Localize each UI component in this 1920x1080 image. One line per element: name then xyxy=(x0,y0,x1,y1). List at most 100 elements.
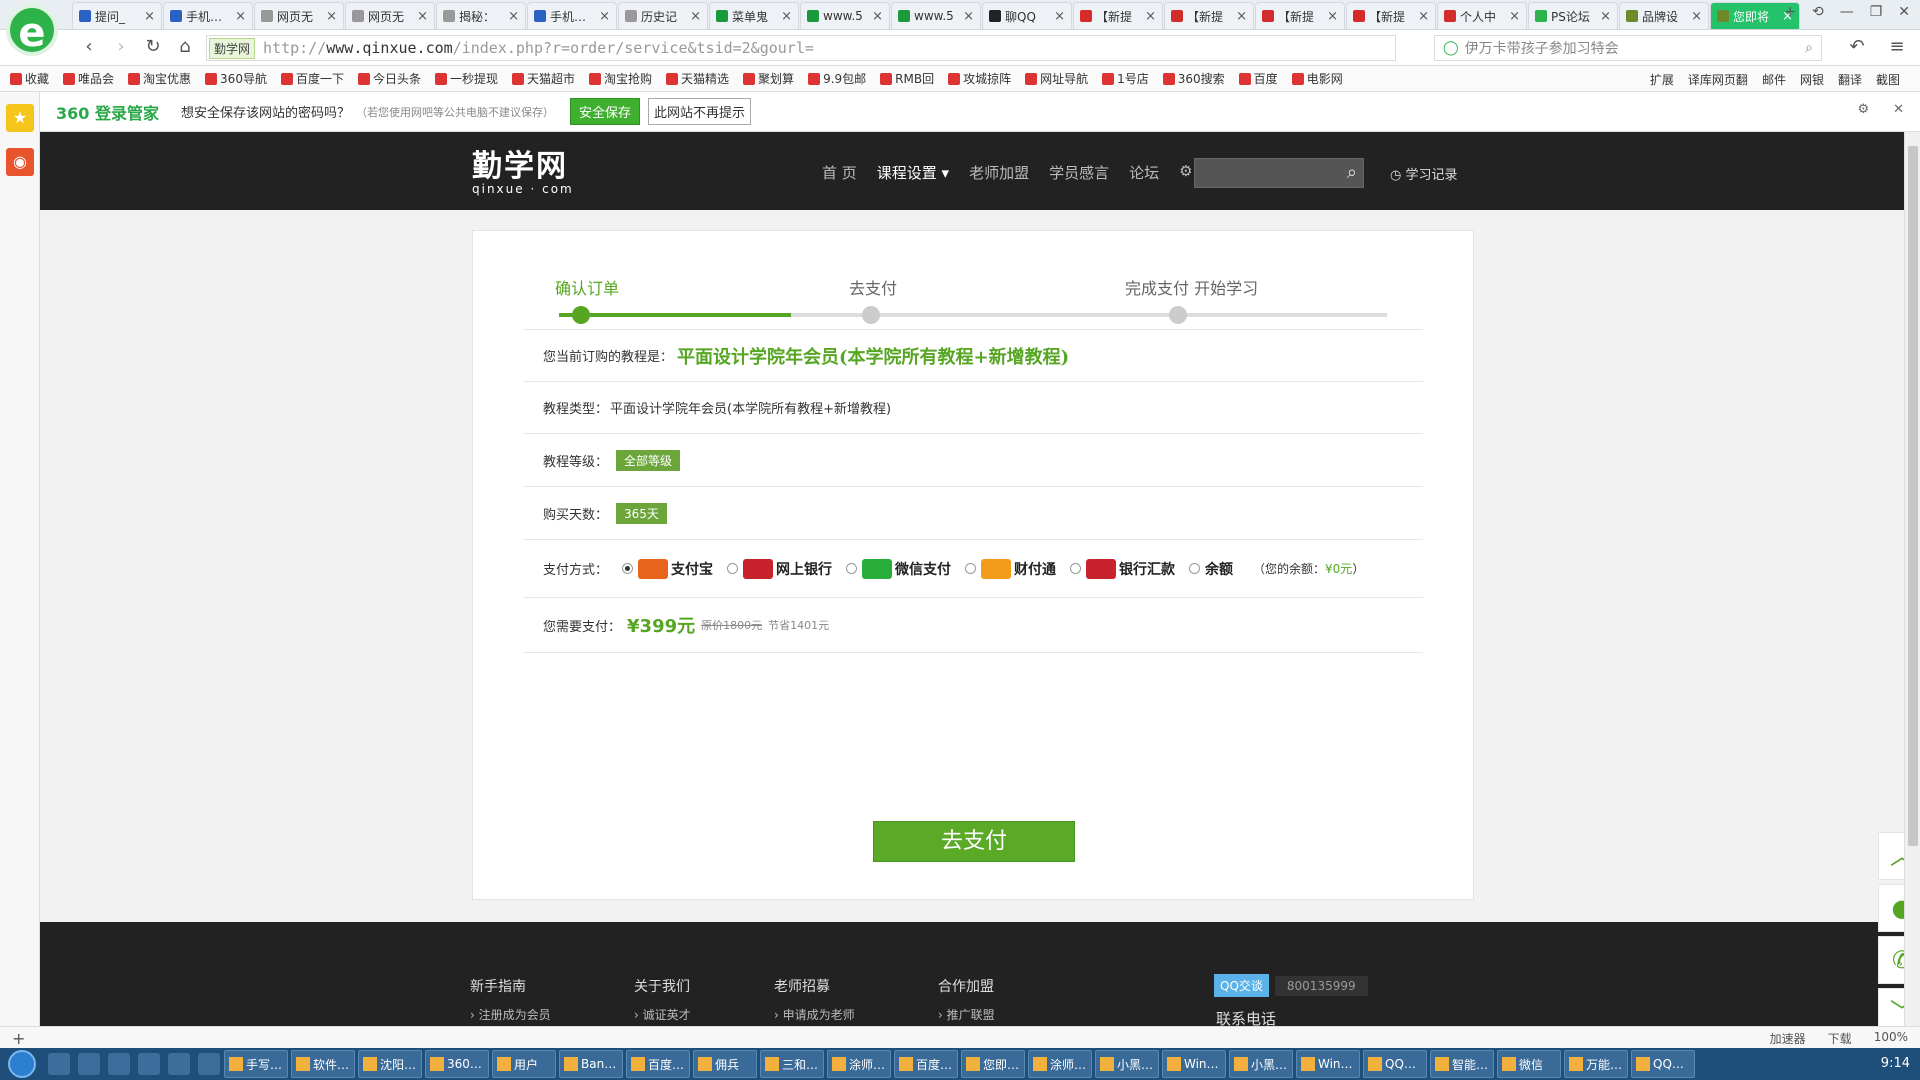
tab-close-icon[interactable]: × xyxy=(1145,9,1156,24)
tab-close-icon[interactable]: × xyxy=(599,9,610,24)
browser-logo[interactable]: e xyxy=(6,4,58,56)
bookmark-item[interactable]: 收藏 xyxy=(10,70,49,87)
tab-close-icon[interactable]: × xyxy=(1236,9,1247,24)
payment-option[interactable]: 财付通 xyxy=(965,558,1056,579)
toolbar-extension[interactable]: 截图 xyxy=(1876,71,1900,88)
notice-close-icon[interactable]: ✕ xyxy=(1893,102,1904,117)
search-icon[interactable]: ⌕ xyxy=(1805,40,1813,56)
url-input[interactable]: 勤学网 http://www.qinxue.com/index.php?r=or… xyxy=(206,35,1396,61)
taskbar-item[interactable]: 软件… xyxy=(291,1050,355,1078)
favorites-star-icon[interactable]: ★ xyxy=(6,104,34,132)
settings-gear-icon[interactable]: ⚙ xyxy=(1857,102,1869,117)
minimize-icon[interactable]: — xyxy=(1840,4,1854,20)
new-tab-icon[interactable]: + xyxy=(1784,4,1796,20)
browser-tab[interactable]: 网页无 × xyxy=(345,2,435,29)
tab-close-icon[interactable]: × xyxy=(417,9,428,24)
bookmark-item[interactable]: 聚划算 xyxy=(743,70,794,87)
taskbar-item[interactable]: 用户 xyxy=(492,1050,556,1078)
toolbar-extension[interactable]: 扩展 xyxy=(1650,71,1674,88)
taskbar-item[interactable]: 佣兵 xyxy=(693,1050,757,1078)
browser-tab[interactable]: 【新提 × xyxy=(1164,2,1254,29)
payment-radio[interactable] xyxy=(965,563,977,574)
toolbar-extension[interactable]: 网银 xyxy=(1800,71,1824,88)
phone-icon[interactable]: ✆ xyxy=(1878,936,1904,984)
tab-close-icon[interactable]: × xyxy=(235,9,246,24)
taskbar-item[interactable]: Win… xyxy=(1162,1050,1226,1078)
forward-icon[interactable]: › xyxy=(110,36,132,57)
clock[interactable]: 9:14 xyxy=(1881,1056,1910,1071)
study-history-link[interactable]: ◷ 学习记录 xyxy=(1390,164,1458,183)
quick-launch-icon[interactable] xyxy=(168,1053,190,1075)
payment-radio[interactable] xyxy=(727,563,739,574)
toolbar-extension[interactable]: 邮件 xyxy=(1762,71,1786,88)
taskbar-item[interactable]: QQ… xyxy=(1363,1050,1427,1078)
browser-tab[interactable]: 个人中 × xyxy=(1437,2,1527,29)
browser-search-input[interactable]: ◯ 伊万卡带孩子参加习特会 ⌕ xyxy=(1434,35,1822,61)
search-engine-icon[interactable]: ◯ xyxy=(1443,40,1459,56)
bookmark-item[interactable]: 今日头条 xyxy=(357,70,421,87)
tab-close-icon[interactable]: × xyxy=(872,9,883,24)
browser-tab[interactable]: 揭秘： × xyxy=(436,2,526,29)
taskbar-item[interactable]: 微信 xyxy=(1497,1050,1561,1078)
browser-tab[interactable]: 历史记 × xyxy=(618,2,708,29)
taskbar-item[interactable]: 智能… xyxy=(1430,1050,1494,1078)
tab-close-icon[interactable]: × xyxy=(144,9,155,24)
payment-option[interactable]: 余额 xyxy=(1189,559,1233,579)
payment-option[interactable]: 银行汇款 xyxy=(1070,558,1175,579)
bookmark-item[interactable]: 360搜索 xyxy=(1162,70,1225,87)
taskbar-item[interactable]: QQ… xyxy=(1631,1050,1695,1078)
scroll-up-icon[interactable]: ︿ xyxy=(1878,832,1904,880)
tab-close-icon[interactable]: × xyxy=(1509,9,1520,24)
qq-chat[interactable]: QQ交谈 800135999 xyxy=(1214,974,1368,997)
browser-tab[interactable]: 【新提 × xyxy=(1255,2,1345,29)
tab-close-icon[interactable]: × xyxy=(1600,9,1611,24)
back-icon[interactable]: ‹ xyxy=(78,36,100,57)
tab-close-icon[interactable]: × xyxy=(963,9,974,24)
footer-link[interactable]: › 注册成为会员 xyxy=(470,1006,551,1023)
tab-close-icon[interactable]: × xyxy=(1054,9,1065,24)
taskbar-item[interactable]: 万能… xyxy=(1564,1050,1628,1078)
site-nav-item[interactable]: 学员感言 xyxy=(1049,162,1109,183)
never-prompt-button[interactable]: 此网站不再提示 xyxy=(648,98,752,125)
bookmark-item[interactable]: 百度 xyxy=(1238,70,1278,87)
browser-tab[interactable]: 【新提 × xyxy=(1073,2,1163,29)
bookmark-item[interactable]: 天猫精选 xyxy=(666,70,729,87)
site-nav-item[interactable]: 课程设置 ▾ xyxy=(877,162,949,183)
home-icon[interactable]: ⌂ xyxy=(174,36,196,57)
browser-tab[interactable]: 菜单鬼 × xyxy=(709,2,799,29)
undo-icon[interactable]: ↶ xyxy=(1846,36,1868,57)
toolbar-extension[interactable]: 翻译 xyxy=(1838,71,1862,88)
taskbar-item[interactable]: 百度… xyxy=(894,1050,958,1078)
scrollbar-thumb[interactable] xyxy=(1908,146,1918,846)
site-search-icon[interactable]: ⌕ xyxy=(1347,162,1357,183)
taskbar-item[interactable]: 手写… xyxy=(224,1050,288,1078)
tab-close-icon[interactable]: × xyxy=(781,9,792,24)
site-badge[interactable]: 勤学网 xyxy=(209,37,256,59)
tab-close-icon[interactable]: × xyxy=(1327,9,1338,24)
bookmark-item[interactable]: 电影网 xyxy=(1291,70,1343,87)
bookmark-item[interactable]: 淘宝优惠 xyxy=(128,70,191,87)
browser-tab[interactable]: www.5 × xyxy=(891,2,981,29)
site-nav-item[interactable]: 首 页 xyxy=(822,162,857,183)
maximize-icon[interactable]: ❐ xyxy=(1870,4,1883,20)
footer-link[interactable]: › 申请成为老师 xyxy=(774,1006,855,1023)
browser-tab[interactable]: 【新提 × xyxy=(1346,2,1436,29)
browser-tab[interactable]: PS论坛 × xyxy=(1528,2,1618,29)
taskbar-item[interactable]: Win… xyxy=(1296,1050,1360,1078)
forum-gear-icon[interactable]: ⚙ xyxy=(1179,162,1192,183)
bookmark-item[interactable]: 百度一下 xyxy=(280,70,344,87)
accelerator-button[interactable]: 加速器 xyxy=(1770,1030,1806,1047)
site-logo[interactable]: 勤学网 qinxue · com xyxy=(472,152,574,197)
tab-close-icon[interactable]: × xyxy=(1418,9,1429,24)
payment-option[interactable]: 网上银行 xyxy=(727,558,832,579)
quick-launch-icon[interactable] xyxy=(138,1053,160,1075)
zoom-level[interactable]: 100% xyxy=(1874,1030,1908,1047)
payment-option[interactable]: 支付宝 xyxy=(622,558,713,579)
quick-launch-icon[interactable] xyxy=(108,1053,130,1075)
taskbar-item[interactable]: 360… xyxy=(425,1050,489,1078)
bookmark-item[interactable]: 攻城掠阵 xyxy=(948,70,1011,87)
bookmark-item[interactable]: 1号店 xyxy=(1102,70,1149,87)
qq-penguin-icon[interactable]: ● xyxy=(1878,884,1904,932)
payment-option[interactable]: 微信支付 xyxy=(846,558,951,579)
browser-tab[interactable]: 聊QQ × xyxy=(982,2,1072,29)
